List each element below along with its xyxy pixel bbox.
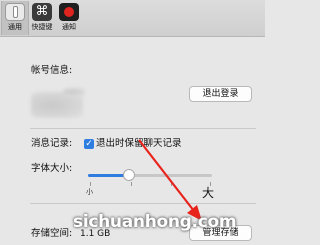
tab-shortcuts-label: 快捷键 — [31, 23, 53, 31]
tab-general[interactable]: 通用 — [1, 1, 29, 35]
tab-notifications-label: 通知 — [62, 23, 76, 31]
command-key-icon: ⌘ — [32, 3, 52, 21]
record-icon — [59, 3, 79, 21]
watermark-text: sichuanhong.com — [73, 212, 237, 232]
preferences-toolbar: 通用 ⌘ 快捷键 通知 — [0, 0, 265, 37]
tab-shortcuts[interactable]: ⌘ 快捷键 — [29, 1, 55, 35]
general-settings-panel: 帐号信息: 退出登录 消息记录: ✓ 退出时保留聊天记录 字体大小: 小 大 存… — [0, 37, 265, 245]
tab-general-label: 通用 — [8, 23, 22, 31]
tab-notifications[interactable]: 通知 — [56, 1, 82, 35]
general-icon — [5, 3, 25, 21]
